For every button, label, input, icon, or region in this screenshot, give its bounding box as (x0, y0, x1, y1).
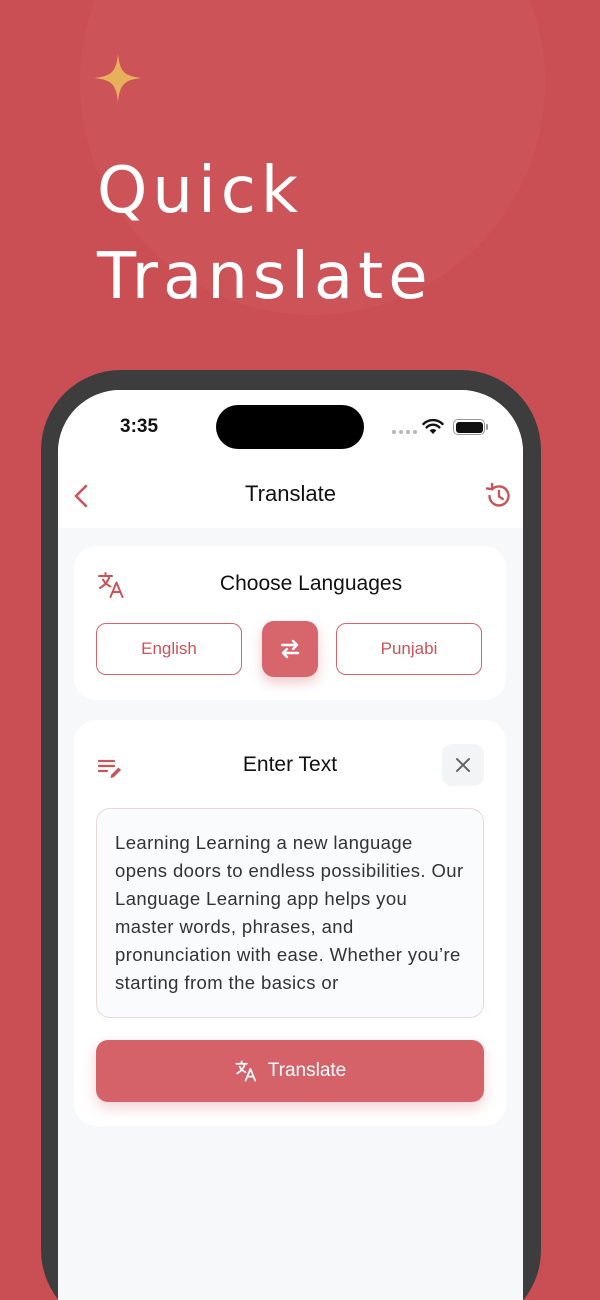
hero-title-line2: Translate (97, 240, 433, 314)
top-bar: 3:35 Translate (58, 390, 523, 528)
translate-button-label: Translate (267, 1060, 347, 1081)
history-icon[interactable] (484, 482, 512, 510)
page-title: Translate (245, 481, 336, 506)
clear-text-button[interactable] (442, 744, 484, 786)
source-text-input[interactable]: Learning Learning a new language opens d… (96, 808, 484, 1018)
source-language-button[interactable]: English (96, 623, 242, 675)
swap-languages-button[interactable] (262, 621, 318, 677)
translate-icon (235, 1060, 256, 1082)
target-language-button[interactable]: Punjabi (336, 623, 482, 675)
status-time: 3:35 (120, 416, 159, 437)
choose-languages-title: Choose Languages (219, 572, 403, 595)
phone-screen: 3:35 Translate Choose Languages English (58, 390, 523, 1300)
enter-text-card: Enter Text Learning Learning a new langu… (74, 720, 506, 1126)
signal-icon (392, 430, 417, 434)
dynamic-island (216, 405, 364, 449)
hero-title-line1: Quick (97, 154, 303, 228)
swap-icon (280, 639, 300, 659)
close-icon (456, 758, 470, 772)
battery-icon (453, 419, 488, 435)
language-card: Choose Languages English Punjabi (74, 546, 506, 700)
translate-button[interactable]: Translate (96, 1040, 484, 1102)
hero-title: Quick Translate (97, 148, 433, 320)
sparkle-icon (94, 54, 142, 102)
wifi-icon (422, 418, 444, 434)
